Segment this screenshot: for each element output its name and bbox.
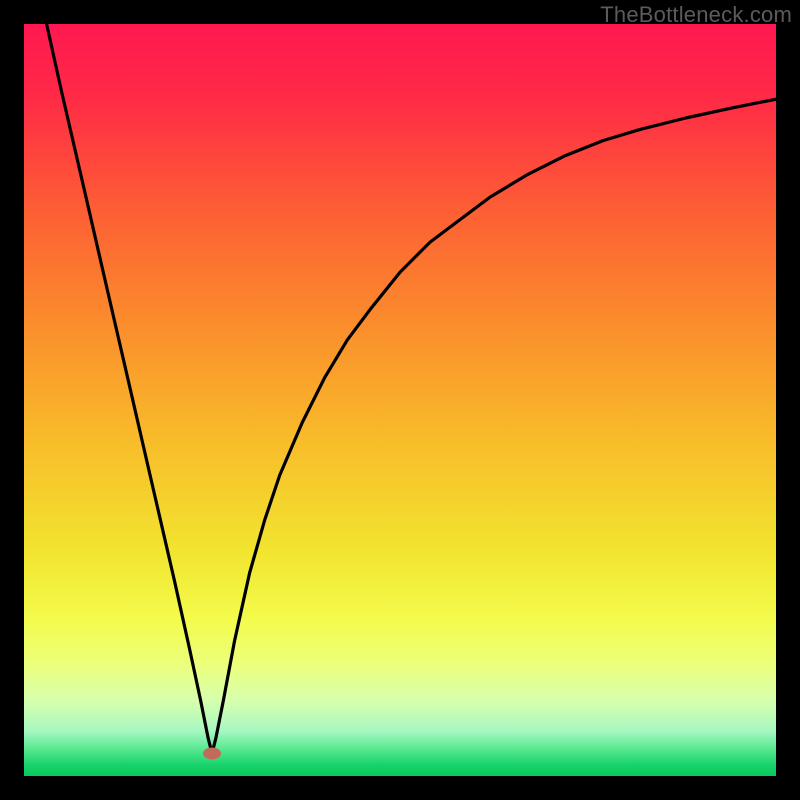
chart-canvas bbox=[24, 24, 776, 776]
gradient-background bbox=[24, 24, 776, 776]
minimum-marker bbox=[203, 747, 221, 759]
chart-frame bbox=[24, 24, 776, 776]
